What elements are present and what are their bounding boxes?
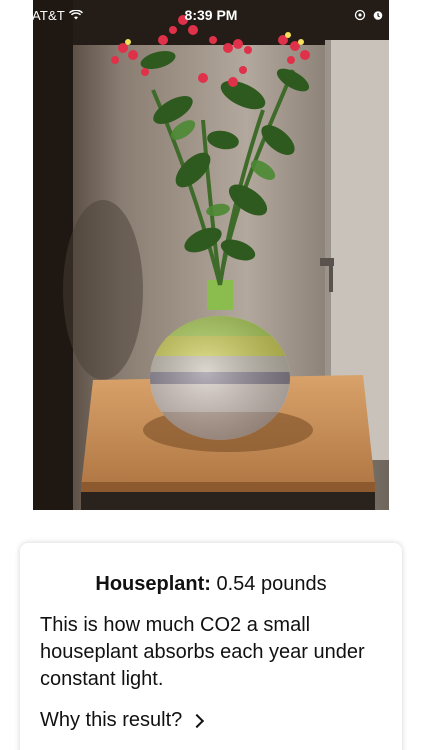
carrier-label: AT&T [32, 7, 66, 23]
chevron-right-icon [190, 713, 205, 729]
why-this-result-label: Why this result? [40, 709, 183, 731]
result-summary: Houseplant: 0.54 pounds [40, 573, 382, 596]
status-bar: AT&T 8:39 PM [0, 0, 422, 30]
result-value: 0.54 pounds [216, 573, 327, 595]
alarm-icon [373, 11, 383, 20]
status-right [354, 9, 415, 21]
battery-icon [390, 10, 415, 20]
why-this-result-link[interactable]: Why this result? [40, 709, 205, 732]
result-label: Houseplant: [95, 573, 211, 595]
screen: AT&T 8:39 PM Houseplant: 0.54 pounds Thi… [0, 0, 422, 750]
result-description: This is how much CO2 a small houseplant … [40, 614, 365, 690]
result-card: Houseplant: 0.54 pounds This is how much… [20, 543, 402, 750]
houseplant-photo [33, 0, 389, 510]
status-left: AT&T [10, 7, 84, 23]
signal-icon [10, 9, 28, 21]
location-icon [354, 9, 366, 21]
status-time: 8:39 PM [184, 7, 238, 23]
wifi-icon [69, 10, 84, 20]
